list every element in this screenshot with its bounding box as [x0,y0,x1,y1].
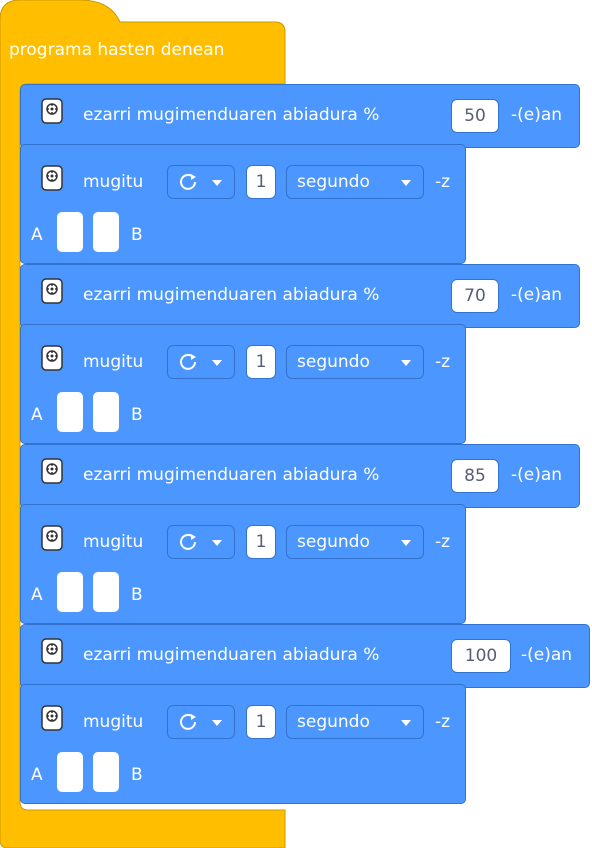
set-speed-block[interactable]: ezarri mugimenduaren abiadura % 50 -(e)a… [20,84,580,148]
direction-dropdown[interactable] [167,165,235,199]
rotate-clockwise-icon [180,533,196,550]
move-block[interactable]: mugitu 1 segundo -z A B [20,504,466,624]
set-speed-block[interactable]: ezarri mugimenduaren abiadura % 100 -(e)… [20,624,590,688]
set-speed-label: ezarri mugimenduaren abiadura % [83,645,380,665]
port-b-slot[interactable] [93,572,119,612]
port-a-label: A [31,765,43,785]
port-b-label: B [131,585,143,605]
caret-down-icon [401,180,411,186]
set-speed-block[interactable]: ezarri mugimenduaren abiadura % 70 -(e)a… [20,264,580,328]
caret-down-icon [401,360,411,366]
set-speed-suffix: -(e)an [511,285,563,305]
caret-down-icon [212,540,222,546]
port-a-slot[interactable] [57,392,83,432]
move-label: mugitu [83,352,144,372]
motor-hub-icon [41,525,63,551]
move-label: mugitu [83,532,144,552]
port-a-label: A [31,225,43,245]
move-suffix: -z [435,712,451,732]
unit-label: segundo [297,712,370,732]
move-suffix: -z [435,172,451,192]
unit-label: segundo [297,352,370,372]
port-b-label: B [131,405,143,425]
port-b-label: B [131,765,143,785]
set-speed-suffix: -(e)an [511,465,563,485]
caret-down-icon [212,180,222,186]
port-b-slot[interactable] [93,212,119,252]
rotate-clockwise-icon [180,713,196,730]
duration-input[interactable]: 1 [246,345,276,379]
move-suffix: -z [435,532,451,552]
rotate-clockwise-icon [180,353,196,370]
speed-input[interactable]: 70 [451,279,499,313]
motor-hub-icon [41,638,63,664]
unit-dropdown[interactable]: segundo [286,345,424,379]
direction-dropdown[interactable] [167,345,235,379]
caret-down-icon [401,720,411,726]
port-b-slot[interactable] [93,392,119,432]
set-speed-label: ezarri mugimenduaren abiadura % [83,105,380,125]
set-speed-suffix: -(e)an [511,105,563,125]
move-suffix: -z [435,352,451,372]
set-speed-label: ezarri mugimenduaren abiadura % [83,465,380,485]
unit-dropdown[interactable]: segundo [286,165,424,199]
direction-dropdown[interactable] [167,705,235,739]
duration-input[interactable]: 1 [246,165,276,199]
port-b-label: B [131,225,143,245]
port-a-slot[interactable] [57,572,83,612]
port-a-label: A [31,405,43,425]
port-a-slot[interactable] [57,752,83,792]
speed-input[interactable]: 100 [451,639,511,673]
motor-hub-icon [41,98,63,124]
unit-dropdown[interactable]: segundo [286,525,424,559]
motor-hub-icon [41,165,63,191]
port-a-label: A [31,585,43,605]
set-speed-label: ezarri mugimenduaren abiadura % [83,285,380,305]
caret-down-icon [212,360,222,366]
direction-dropdown[interactable] [167,525,235,559]
port-a-slot[interactable] [57,212,83,252]
hat-label: programa hasten denean [9,40,225,60]
rotate-clockwise-icon [180,173,196,190]
caret-down-icon [212,720,222,726]
unit-dropdown[interactable]: segundo [286,705,424,739]
unit-label: segundo [297,532,370,552]
motor-hub-icon [41,705,63,731]
duration-input[interactable]: 1 [246,525,276,559]
move-label: mugitu [83,172,144,192]
speed-input[interactable]: 50 [451,99,499,133]
set-speed-suffix: -(e)an [521,645,573,665]
motor-hub-icon [41,458,63,484]
unit-label: segundo [297,172,370,192]
move-label: mugitu [83,712,144,732]
port-b-slot[interactable] [93,752,119,792]
move-block[interactable]: mugitu 1 segundo -z A B [20,684,466,804]
motor-hub-icon [41,345,63,371]
duration-input[interactable]: 1 [246,705,276,739]
speed-input[interactable]: 85 [451,459,499,493]
move-block[interactable]: mugitu 1 segundo -z A B [20,144,466,264]
motor-hub-icon [41,278,63,304]
caret-down-icon [401,540,411,546]
set-speed-block[interactable]: ezarri mugimenduaren abiadura % 85 -(e)a… [20,444,580,508]
move-block[interactable]: mugitu 1 segundo -z A B [20,324,466,444]
